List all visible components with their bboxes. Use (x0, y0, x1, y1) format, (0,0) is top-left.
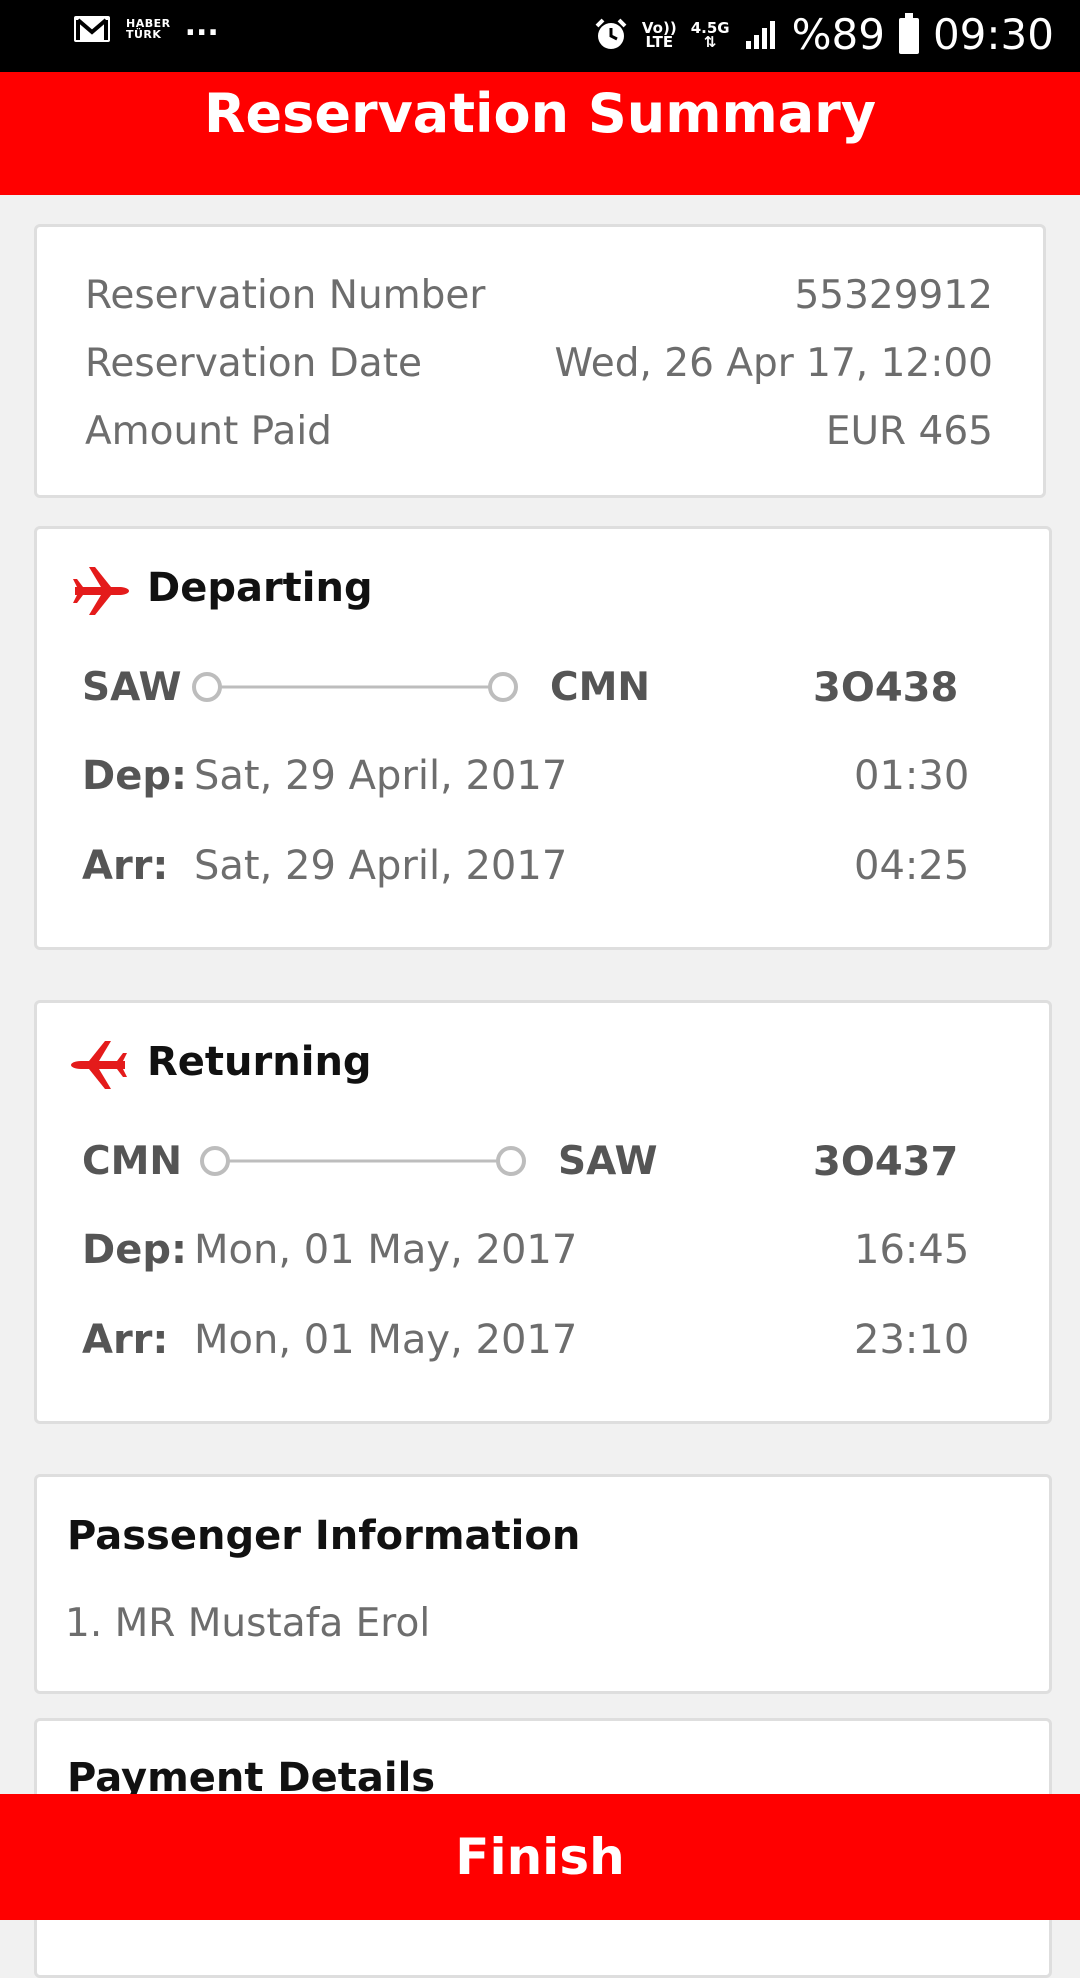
amount-paid-value: EUR 465 (825, 408, 993, 454)
finish-label: Finish (455, 1828, 625, 1886)
amount-paid-label: Amount Paid (85, 408, 332, 454)
reservation-number-value: 55329912 (794, 272, 993, 318)
returning-flight-number: 3O437 (813, 1139, 959, 1185)
arr-label: Arr: (82, 1317, 169, 1363)
returning-route: CMN SAW (82, 1133, 762, 1193)
plane-depart-icon (73, 567, 129, 615)
battery-percent: %89 (791, 10, 885, 59)
dep-time: 16:45 (854, 1227, 970, 1273)
departing-flight-number: 3O438 (813, 665, 959, 711)
departing-dep-row: Dep: Sat, 29 April, 2017 01:30 (82, 753, 969, 813)
returning-title: Returning (147, 1039, 372, 1085)
haberturk-icon: HABER TÜRK (126, 17, 171, 41)
passenger-section-title: Passenger Information (67, 1513, 581, 1559)
notification-icons: HABER TÜRK ... (72, 8, 219, 44)
reservation-date-row: Reservation Date Wed, 26 Apr 17, 12:00 (85, 333, 993, 393)
returning-origin: CMN (82, 1139, 183, 1184)
departing-origin: SAW (82, 665, 182, 710)
reservation-summary-card: Reservation Number 55329912 Reservation … (34, 224, 1046, 498)
route-line-icon (192, 672, 518, 702)
system-icons: Vo)) LTE 4.5G ⇅ %89 09:30 (594, 10, 1054, 60)
departing-destination: CMN (550, 665, 651, 710)
arr-time: 23:10 (854, 1317, 970, 1363)
returning-dep-row: Dep: Mon, 01 May, 2017 16:45 (82, 1227, 969, 1287)
arr-time: 04:25 (854, 843, 970, 889)
dep-date: Mon, 01 May, 2017 (194, 1227, 578, 1273)
arr-label: Arr: (82, 843, 169, 889)
clock: 09:30 (932, 10, 1054, 59)
app-bar: Reservation Summary (0, 72, 1080, 195)
page-title: Reservation Summary (203, 82, 877, 145)
route-line-icon (200, 1146, 526, 1176)
arr-date: Mon, 01 May, 2017 (194, 1317, 578, 1363)
reservation-date-value: Wed, 26 Apr 17, 12:00 (554, 340, 993, 386)
departing-header: Departing (67, 557, 373, 623)
dep-time: 01:30 (854, 753, 970, 799)
reservation-number-row: Reservation Number 55329912 (85, 265, 993, 325)
returning-destination: SAW (558, 1139, 658, 1184)
battery-icon (898, 13, 919, 54)
departing-route: SAW CMN (82, 659, 762, 719)
departing-flight-card: Departing SAW CMN 3O438 Dep: Sat, 29 Apr… (34, 526, 1052, 950)
dep-label: Dep: (82, 753, 187, 799)
signal-icon (745, 21, 775, 49)
dep-date: Sat, 29 April, 2017 (194, 753, 568, 799)
reservation-number-label: Reservation Number (85, 272, 486, 318)
departing-arr-row: Arr: Sat, 29 April, 2017 04:25 (82, 843, 969, 903)
reservation-date-label: Reservation Date (85, 340, 422, 386)
passenger-item: 1. MR Mustafa Erol (65, 1601, 431, 1646)
departing-title: Departing (147, 565, 373, 611)
returning-arr-row: Arr: Mon, 01 May, 2017 23:10 (82, 1317, 969, 1377)
returning-flight-card: Returning CMN SAW 3O437 Dep: Mon, 01 May… (34, 1000, 1052, 1424)
dep-label: Dep: (82, 1227, 187, 1273)
network-type-indicator: 4.5G ⇅ (690, 19, 730, 51)
finish-button[interactable]: Finish (0, 1794, 1080, 1920)
passenger-information-card: Passenger Information 1. MR Mustafa Erol (34, 1474, 1052, 1694)
returning-header: Returning (67, 1031, 372, 1097)
amount-paid-row: Amount Paid EUR 465 (85, 401, 993, 461)
more-notifications: ... (184, 8, 219, 43)
volte-indicator: Vo)) LTE (641, 19, 677, 51)
alarm-icon (595, 18, 627, 49)
gmail-icon (74, 16, 110, 42)
arr-date: Sat, 29 April, 2017 (194, 843, 568, 889)
status-bar: HABER TÜRK ... Vo)) LTE 4.5G ⇅ %89 09:30 (0, 0, 1080, 72)
plane-return-icon (71, 1041, 127, 1089)
